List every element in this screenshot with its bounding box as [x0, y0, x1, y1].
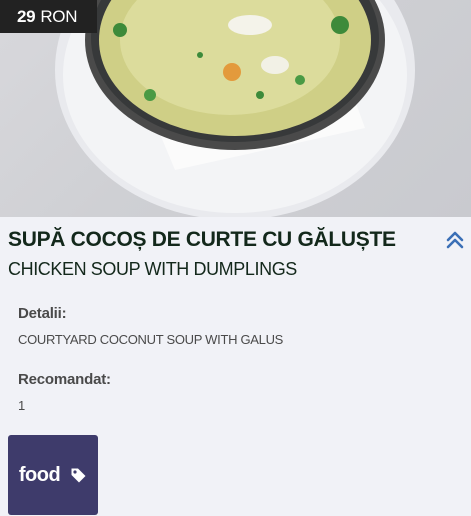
- price-amount: 29: [17, 6, 36, 26]
- recommended-value: 1: [18, 398, 25, 413]
- price-badge: 29 RON: [0, 0, 98, 33]
- details-label: Detalii:: [18, 305, 67, 322]
- product-subtitle: CHICKEN SOUP WITH DUMPLINGS: [8, 259, 297, 279]
- category-tag-button[interactable]: food: [8, 435, 98, 515]
- collapse-button[interactable]: [444, 228, 466, 252]
- product-photo: 29 RON: [0, 0, 471, 217]
- product-title: SUPĂ COCOȘ DE CURTE CU GĂLUȘTE: [8, 228, 396, 251]
- tag-icon: [71, 468, 86, 482]
- recommended-label: Recomandat:: [18, 371, 111, 388]
- price-currency: RON: [40, 6, 78, 26]
- details-value: COURTYARD COCONUT SOUP WITH GALUS: [18, 332, 284, 347]
- double-chevron-up-icon: [446, 231, 464, 249]
- tag-label: food: [18, 463, 61, 486]
- product-card: 29 RON SUPĂ COCOȘ DE CURTE CU GĂLUȘTE CH…: [0, 0, 471, 516]
